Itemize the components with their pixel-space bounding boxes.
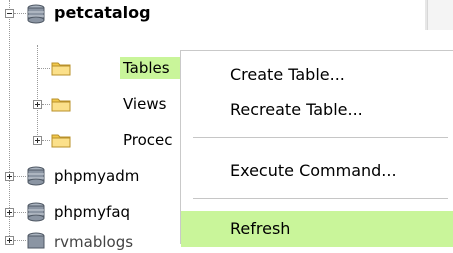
- tree-node-procedures[interactable]: Procec: [120, 129, 176, 151]
- collapse-toggle[interactable]: [5, 9, 14, 18]
- folder-icon: [51, 134, 71, 148]
- menu-separator: [193, 137, 448, 138]
- tree-guide-line: [42, 140, 50, 141]
- tree-guide-line: [14, 13, 26, 14]
- database-icon: [27, 202, 45, 222]
- database-icon: [27, 166, 45, 186]
- tree-node-phpmyadmin[interactable]: phpmyadm: [51, 165, 142, 187]
- tree-guide-line: [37, 45, 38, 141]
- tree-node-views[interactable]: Views: [120, 93, 169, 115]
- tree-node-rvmablogs[interactable]: rvmablogs: [51, 231, 136, 253]
- expand-toggle[interactable]: [33, 100, 42, 109]
- expand-toggle[interactable]: [5, 208, 14, 217]
- database-icon: [27, 4, 45, 24]
- tree-guide-line: [42, 104, 50, 105]
- folder-icon: [51, 98, 71, 112]
- menu-item-execute-command[interactable]: Execute Command...: [181, 153, 453, 189]
- tree-node-phpmyfaq[interactable]: phpmyfaq: [51, 201, 133, 223]
- menu-item-create-table[interactable]: Create Table...: [181, 57, 453, 93]
- menu-item-recreate-table[interactable]: Recreate Table...: [181, 92, 453, 128]
- tree-guide-line: [14, 240, 26, 241]
- menu-item-refresh[interactable]: Refresh: [181, 211, 453, 247]
- tree-guide-line: [14, 212, 26, 213]
- menu-separator: [193, 198, 448, 199]
- expand-toggle[interactable]: [33, 136, 42, 145]
- tree-guide-line: [14, 176, 26, 177]
- context-menu: Create Table... Recreate Table... Execut…: [180, 50, 453, 247]
- tree-node-petcatalog[interactable]: petcatalog: [51, 2, 154, 24]
- tree-guide-line: [38, 68, 50, 69]
- database-icon: [27, 232, 45, 249]
- panel-edge: [427, 0, 453, 30]
- folder-icon: [51, 62, 71, 76]
- expand-toggle[interactable]: [5, 172, 14, 181]
